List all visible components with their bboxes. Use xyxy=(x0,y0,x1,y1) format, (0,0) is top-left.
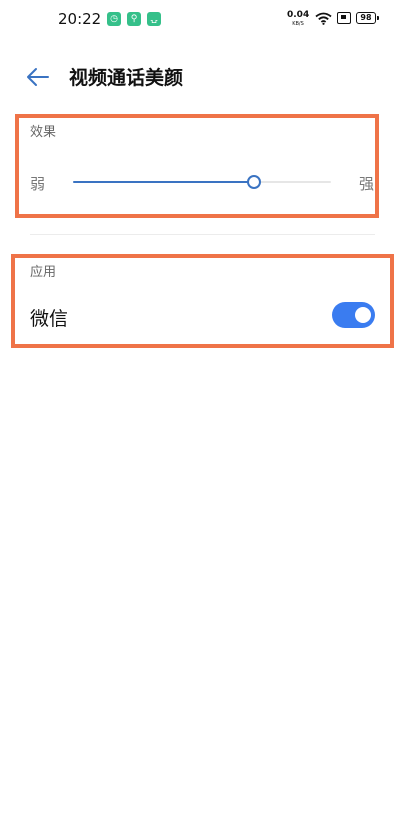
back-arrow-icon[interactable] xyxy=(26,66,50,88)
network-speed-unit: KB/S xyxy=(292,21,304,27)
wifi-icon xyxy=(315,12,332,25)
cart-notification-icon: ⍽ xyxy=(147,12,161,26)
location-notification-icon: ⚲ xyxy=(127,12,141,26)
sim-icon xyxy=(337,12,351,24)
section-divider xyxy=(30,234,375,235)
app-notification-icon: ◷ xyxy=(107,12,121,26)
battery-icon: 98 xyxy=(356,12,379,24)
highlight-box-apply xyxy=(11,254,394,348)
status-bar: 20:22 ◷ ⚲ ⍽ 0.04 KB/S 98 xyxy=(0,0,405,40)
network-speed-value: 0.04 xyxy=(287,10,310,20)
status-time: 20:22 xyxy=(58,10,102,28)
network-speed: 0.04 KB/S xyxy=(287,11,309,28)
page-title: 视频通话美颜 xyxy=(69,67,184,89)
highlight-box-effect xyxy=(15,114,379,218)
